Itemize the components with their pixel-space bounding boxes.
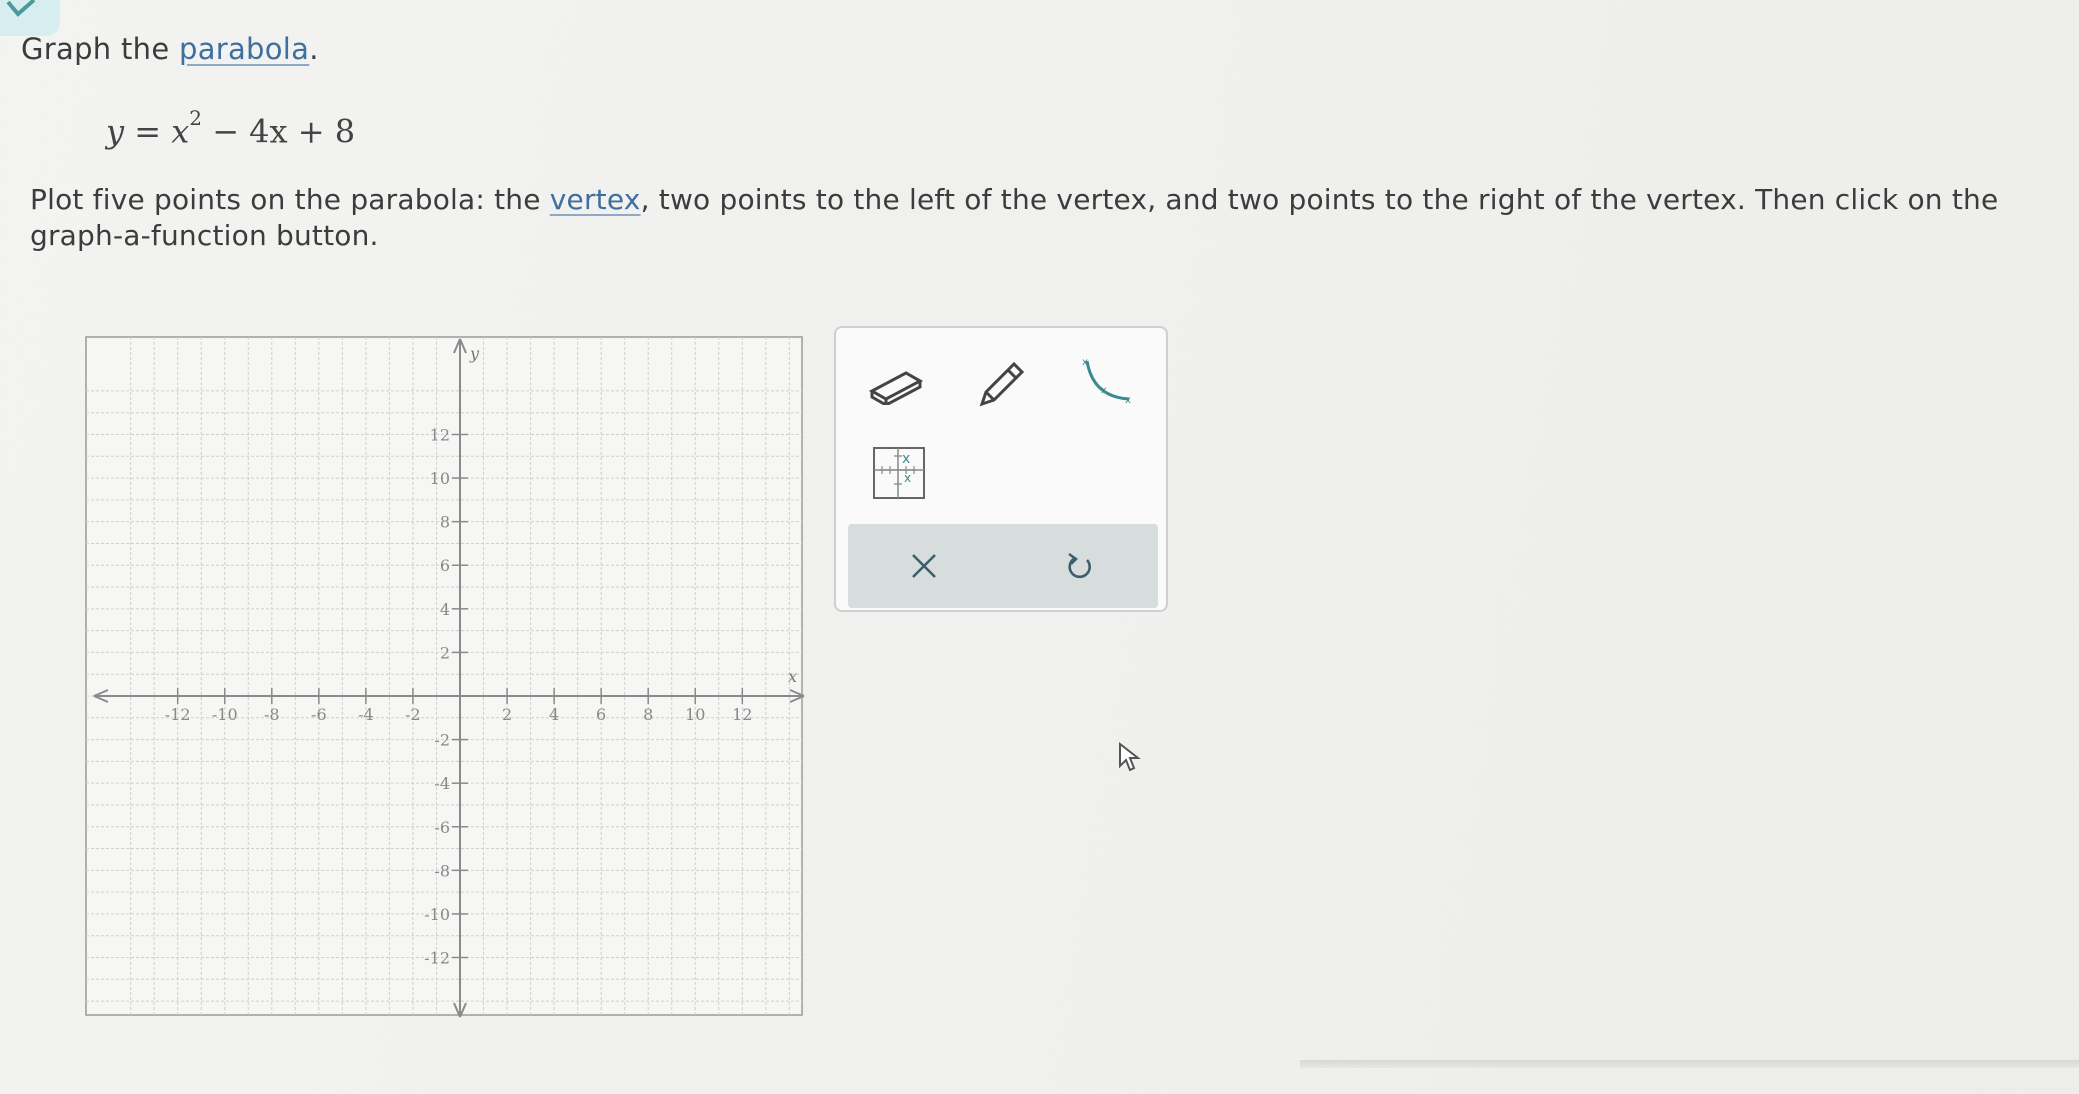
y-tick-label: -6 [434,818,450,837]
clear-button[interactable] [892,534,956,598]
y-tick-label: -8 [434,861,450,880]
x-axis-label: x [788,667,797,686]
y-tick-label: -2 [434,731,450,750]
equation: y = x2 − 4x + 8 [106,106,356,151]
svg-text:x: x [1125,395,1131,406]
y-tick-label: -12 [424,949,450,968]
svg-text:x: x [1082,357,1088,368]
clear-icon [912,554,936,578]
pencil-icon [979,361,1025,407]
undo-icon [1068,552,1091,579]
x-tick-label: 2 [502,705,512,724]
svg-text:x: x [902,451,910,467]
x-tick-label: -2 [405,705,421,724]
x-tick-label: -4 [358,705,374,724]
y-tick-label: -10 [424,905,450,924]
mouse-cursor-icon [1118,741,1142,778]
title-suffix: . [309,32,319,66]
eraser-button[interactable] [862,352,928,418]
parabola-tool-button[interactable]: x x x [1076,350,1142,416]
y-tick-label: 2 [440,643,450,662]
y-axis-label: y [469,344,480,363]
pencil-button[interactable] [968,352,1034,418]
vertex-link[interactable]: vertex [550,183,641,216]
page-divider [1300,1060,2079,1068]
eq-power: 2 [189,106,203,130]
eq-equals: = [124,112,172,151]
instr-prefix: Plot five points on the parabola: the [30,183,550,216]
x-tick-label: 12 [732,705,752,724]
graph-toolbar: x x x x x [834,326,1168,612]
eq-x: x [171,112,190,151]
action-bar [848,524,1158,608]
eq-rest: − 4x + 8 [202,112,356,151]
x-tick-label: 4 [549,705,559,724]
y-tick-label: -4 [434,774,450,793]
x-tick-label: -12 [165,705,191,724]
eraser-icon [868,371,924,405]
y-tick-label: 6 [440,556,450,575]
graph-a-function-icon: x x [873,447,925,499]
x-tick-label: 8 [643,705,653,724]
parabola-link[interactable]: parabola [179,32,309,66]
undo-button[interactable] [1048,534,1112,598]
graph-a-function-button[interactable]: x x [866,440,932,506]
x-tick-label: 10 [685,705,705,724]
y-tick-label: 4 [440,600,450,619]
eq-lhs: y [106,112,125,151]
answered-check-badge [0,0,60,36]
check-icon [6,0,36,17]
x-tick-label: -6 [311,705,327,724]
x-tick-label: -10 [212,705,238,724]
y-tick-label: 8 [440,513,450,532]
x-tick-label: 6 [596,705,606,724]
y-tick-label: 10 [430,469,450,488]
instructions: Plot five points on the parabola: the ve… [30,182,2079,254]
x-tick-label: -8 [264,705,280,724]
title-text: Graph the [21,32,179,66]
svg-text:x: x [904,471,911,485]
question-title: Graph the parabola. [21,32,319,66]
parabola-tool-icon: x x x [1082,357,1131,406]
coordinate-grid[interactable]: x y -12 -10 -8 -6 -4 -2 2 4 6 8 10 12 12 10 8 6 4 2 -2 -4 -6 -8… [78,331,810,1021]
graph-area[interactable]: x y -12 -10 -8 -6 -4 -2 2 4 6 8 10 12 12 10 8 6 4 2 -2 -4 -6 -8… [78,331,810,1021]
svg-text:x: x [1101,385,1107,396]
y-tick-label: 12 [430,425,450,444]
